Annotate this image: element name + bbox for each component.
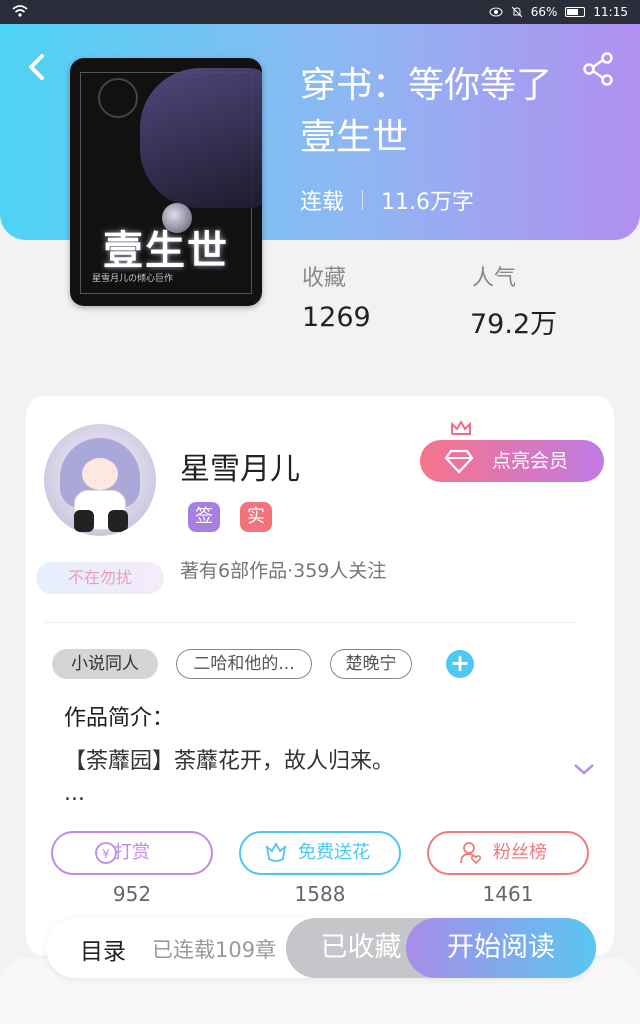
chevron-down-icon[interactable] xyxy=(572,760,596,778)
diamond-icon xyxy=(444,449,474,474)
serial-info[interactable]: 已连载109章 xyxy=(152,934,292,964)
reward-label: 打赏 xyxy=(114,842,150,863)
intro-ellipsis: ... xyxy=(64,781,85,806)
avatar-leg xyxy=(74,510,94,532)
eye-icon xyxy=(489,7,503,17)
battery-icon xyxy=(565,7,586,17)
book-cover[interactable]: 壹生世 星雪月儿の倾心巨作 xyxy=(70,58,262,306)
mute-bell-icon xyxy=(511,6,523,18)
cover-subtitle: 星雪月儿の倾心巨作 xyxy=(92,274,174,284)
catalog-button[interactable]: 目录 xyxy=(80,932,126,966)
start-reading-button[interactable]: 开始阅读 xyxy=(406,918,596,978)
battery-percent: 66% xyxy=(530,5,558,19)
back-icon[interactable] xyxy=(22,52,52,82)
cover-moon xyxy=(98,78,138,118)
favorites-value: 1269 xyxy=(302,302,371,333)
reward-count: 952 xyxy=(112,882,152,906)
crown-icon xyxy=(450,419,472,441)
vip-button[interactable]: 点亮会员 xyxy=(420,440,604,482)
verified-badge: 实 xyxy=(240,502,272,532)
intro-text: 【荼蘼园】荼蘼花开，故人归来。 ... xyxy=(64,746,544,810)
do-not-disturb-badge: 不在勿扰 xyxy=(36,562,164,594)
book-meta: 连载 11.6万字 xyxy=(300,184,474,216)
book-status: 连载 xyxy=(300,190,345,215)
fan-rank-label: 粉丝榜 xyxy=(493,842,547,863)
favorites-label: 收藏 xyxy=(302,266,347,291)
flower-count: 1588 xyxy=(294,882,346,906)
status-bar: 66% 11:15 xyxy=(0,0,640,24)
avatar-face xyxy=(82,458,118,490)
avatar-leg xyxy=(108,510,128,532)
intro-heading: 作品简介： xyxy=(64,706,175,731)
add-tag-button[interactable]: + xyxy=(446,650,474,678)
send-flower-label: 免费送花 xyxy=(298,842,370,863)
intro-body: 【荼蘼园】荼蘼花开，故人归来。 xyxy=(64,749,395,774)
fan-rank-button[interactable]: 粉丝榜 xyxy=(427,831,589,875)
word-count: 11.6万字 xyxy=(381,190,475,215)
signed-badge: 签 xyxy=(188,502,220,532)
wifi-icon xyxy=(12,5,28,17)
reward-button[interactable]: ¥ 打赏 xyxy=(51,831,213,875)
author-name[interactable]: 星雪月儿 xyxy=(180,444,300,488)
book-title: 穿书：等你等了壹生世 xyxy=(300,65,553,158)
share-icon[interactable] xyxy=(580,52,616,86)
tag-item[interactable]: 小说同人 xyxy=(52,649,158,679)
cover-title: 壹生世 xyxy=(103,228,229,274)
avatar[interactable] xyxy=(44,424,156,536)
meta-divider xyxy=(362,190,364,210)
vip-button-label: 点亮会员 xyxy=(492,450,569,472)
popularity-value: 79.2万 xyxy=(470,309,558,340)
cover-figure xyxy=(140,68,262,208)
tag-item[interactable]: 楚晚宁 xyxy=(330,649,412,679)
tag-item[interactable]: 二哈和他的... xyxy=(176,649,312,679)
fan-count: 1461 xyxy=(482,882,534,906)
divider xyxy=(44,622,578,623)
send-flower-button[interactable]: 免费送花 xyxy=(239,831,401,875)
author-works-info: 著有6部作品·359人关注 xyxy=(180,560,387,582)
clock: 11:15 xyxy=(593,5,628,19)
popularity-label: 人气 xyxy=(472,266,517,291)
